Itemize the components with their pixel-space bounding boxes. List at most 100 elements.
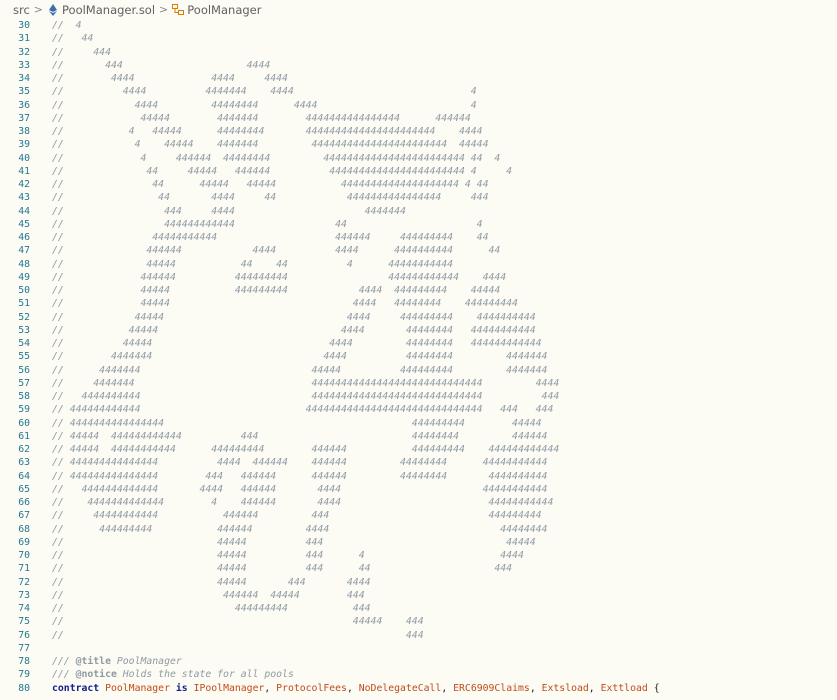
code-line: 73 // 444444 44444 444 — [0, 589, 837, 602]
comment-text: // 444444 444444444 444444444444 4444 — [52, 271, 507, 283]
code-line: 58 // 4444444444 444444444444444444444444… — [0, 390, 837, 403]
natspec-tag: @title — [75, 656, 111, 667]
line-number: 41 — [18, 165, 30, 177]
comment-text: // 444444 4444 4444 4444444444 44 — [52, 245, 501, 257]
comment-text: // 44444 444 4444 — [52, 576, 371, 588]
code-line: 71 // 44444 444 44 444 — [0, 562, 837, 575]
line-number: 72 — [18, 576, 30, 588]
comment-text: // 44444 44 44 4 44444444444 — [52, 258, 454, 270]
code-line: 66 // 4444444444444 4 444444 4444 4444444… — [0, 496, 837, 509]
line-number: 71 — [18, 563, 30, 575]
code-line: 35 // 4444 4444444 4444 4 — [0, 85, 837, 98]
line-number: 39 — [18, 139, 30, 151]
code-line: 44 // 444 4444 4444444 — [0, 205, 837, 218]
code-line: 53 // 44444 4444 44444444 44444444444 — [0, 324, 837, 337]
line-number: 52 — [18, 311, 30, 323]
comment-text: // 44 44444 444444 444444444444444444444… — [52, 165, 513, 177]
code-line: 74 // 444444444 444 — [0, 602, 837, 615]
code-line: 78 /// @title PoolManager — [0, 655, 837, 668]
comment-text: // 44444 444 — [52, 616, 424, 628]
line-number: 74 — [18, 603, 30, 614]
line-number: 65 — [18, 483, 30, 495]
code-line: 47 // 444444 4444 4444 4444444444 44 — [0, 244, 837, 257]
code-line: 64 // 444444444444444 444 444444 444444 4… — [0, 470, 837, 483]
code-line: 67 // 44444444444 444444 444 444444444 — [0, 509, 837, 522]
comment-text: // 4444444 44444 444444444 4444444 — [52, 364, 548, 376]
line-number: 48 — [18, 258, 30, 270]
open-brace: { — [653, 682, 660, 694]
line-number: 51 — [18, 298, 30, 310]
line-number: 33 — [18, 59, 30, 71]
line-number: 75 — [18, 616, 30, 628]
breadcrumb-file[interactable]: PoolManager.sol — [62, 3, 155, 17]
line-number: 70 — [18, 550, 30, 561]
comment-text: // 4 — [52, 20, 82, 31]
code-line: 45 // 444444444444 44 4 — [0, 218, 837, 231]
code-line: 62 // 44444 44444444444 444444444 444444 … — [0, 443, 837, 456]
base-contract: ProtocolFees — [276, 682, 347, 694]
breadcrumb-symbol[interactable]: PoolManager — [187, 3, 261, 17]
code-line: 61 // 44444 444444444444 444 44444444 444… — [0, 430, 837, 443]
code-line: 49 // 444444 444444444 444444444444 4444 — [0, 271, 837, 284]
line-number: 31 — [18, 33, 30, 45]
comment-text: // 444 4444 — [52, 59, 271, 71]
contract-name: PoolManager — [105, 682, 170, 694]
comment-text: // 44 4444 44 4444444444444444 444 — [52, 192, 489, 204]
code-line: 70 // 44444 444 4 4444 — [0, 549, 837, 562]
code-line: 56 // 4444444 44444 444444444 4444444 — [0, 364, 837, 377]
line-number: 61 — [18, 430, 30, 442]
comment-text: // 4444444444 44444444444444444444444444… — [52, 391, 560, 402]
code-line: 46 // 44444444444 444444 444444444 44 — [0, 231, 837, 244]
comment-text: // 44 — [52, 33, 94, 45]
comment-text: // 4444444444444 4 444444 4444 444444444… — [52, 497, 554, 508]
comment-text: // 44444 444 4 4444 — [52, 550, 524, 561]
comment-text: // 444 4444 4444444 — [52, 205, 406, 217]
code-line: 41 // 44 44444 444444 4444444444444444444… — [0, 165, 837, 178]
comment-text: // 444444444444 44 4 — [52, 218, 483, 230]
line-number: 79 — [18, 669, 30, 681]
comment-text: // 44444 4444444 4444444444444444 444444 — [52, 112, 471, 124]
code-editor[interactable]: 30 // 4 31 // 44 32 // 444 33 // 444 4444 34 // 4… — [0, 19, 837, 695]
keyword-is: is — [175, 682, 188, 694]
line-number: 34 — [18, 73, 30, 84]
comment-text: // 44444 4444 444444444 4444444444 — [52, 311, 536, 323]
code-line: 31 // 44 — [0, 32, 837, 45]
code-line: 72 // 44444 444 4444 — [0, 576, 837, 589]
line-number: 73 — [18, 589, 30, 601]
comment-text — [52, 642, 837, 655]
comment-text: // 444444 44444 444 — [52, 589, 365, 601]
line-number: 44 — [18, 205, 30, 217]
comment-text: // 444444444 444444 4444 44444444 — [52, 523, 548, 535]
code-line: 37 // 44444 4444444 4444444444444444 4444… — [0, 112, 837, 125]
code-line: 51 // 44444 4444 44444444 444444444 — [0, 297, 837, 310]
code-line: 75 // 44444 444 — [0, 615, 837, 628]
code-line: 43 // 44 4444 44 4444444444444444 444 — [0, 191, 837, 204]
line-number: 42 — [18, 179, 30, 190]
line-number: 78 — [18, 656, 30, 667]
code-line: 33 // 444 4444 — [0, 59, 837, 72]
comment-text: // 44444 444 44 444 — [52, 563, 513, 575]
line-number: 69 — [18, 536, 30, 548]
comment-text: // 4 444444 44444444 4444444444444444444… — [52, 152, 501, 164]
comment-text: // 44444444444 444444 444444444 44 — [52, 232, 489, 243]
code-line: 76 // 444 — [0, 629, 837, 642]
doc-comment-text: Holds the state for all pools — [116, 669, 294, 681]
comment-text: // 44444 444444444 4444 444444444 44444 — [52, 285, 501, 296]
comment-text: // 4 44444 44444444 44444444444444444444… — [52, 126, 483, 137]
breadcrumb-src[interactable]: src — [13, 3, 30, 17]
doc-comment-text: PoolManager — [110, 656, 182, 667]
comment-text: // 44444 44444444444 444444444 444444 44… — [52, 444, 560, 455]
line-number: 45 — [18, 218, 30, 230]
doc-comment-prefix: /// — [52, 669, 76, 681]
code-line: 80 contract PoolManager is IPoolManager,… — [0, 682, 837, 695]
line-number: 77 — [18, 642, 30, 654]
comment-text: // 4444444 4444 44444444 4444444 — [52, 351, 548, 363]
comment-text: // 44 44444 44444 44444444444444444444 4… — [52, 179, 489, 190]
comment-text: // 4 44444 4444444 444444444444444444444… — [52, 139, 489, 151]
line-number: 53 — [18, 324, 30, 336]
line-number: 37 — [18, 112, 30, 124]
doc-comment-prefix: /// — [52, 656, 76, 667]
line-number: 30 — [18, 20, 30, 31]
line-number: 76 — [18, 629, 30, 641]
comment-text: // 44444 4444 44444444 444444444444 — [52, 338, 542, 349]
